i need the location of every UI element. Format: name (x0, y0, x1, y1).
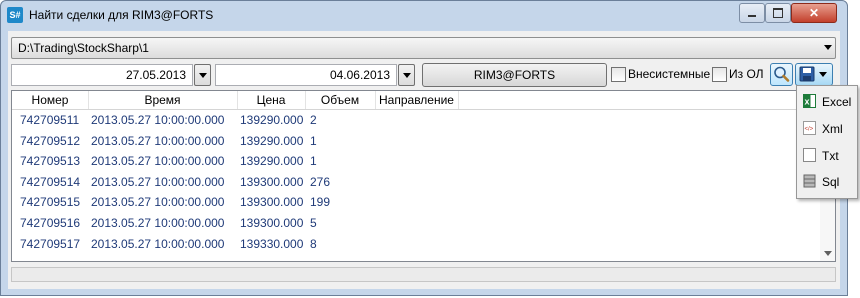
grid-header: Номер Время Цена Объем Направление (12, 91, 835, 110)
chevron-down-icon (199, 73, 207, 78)
chevron-down-icon (824, 45, 832, 50)
column-header-volume[interactable]: Объем (305, 91, 376, 109)
security-select-button[interactable]: RIM3@FORTS (422, 63, 607, 87)
cell-volume: 1 (310, 133, 317, 148)
path-combobox[interactable]: D:\Trading\StockSharp\1 (11, 37, 836, 59)
cell-price: 139300.000 (240, 195, 303, 210)
table-row[interactable]: 742709511 2013.05.27 10:00:00.000 139290… (12, 110, 820, 131)
cell-time: 2013.05.27 10:00:00.000 (91, 174, 225, 189)
cell-time: 2013.05.27 10:00:00.000 (91, 133, 225, 148)
excel-icon: x (803, 94, 816, 108)
cell-time: 2013.05.27 10:00:00.000 (91, 215, 225, 230)
maximize-button[interactable] (765, 3, 791, 23)
from-ol-checkbox[interactable] (712, 67, 727, 82)
menu-item-txt[interactable]: Txt (797, 143, 857, 169)
window-title: Найти сделки для RIM3@FORTS (29, 8, 214, 22)
close-icon: ✕ (808, 6, 820, 20)
date-from-field[interactable]: 27.05.2013 (11, 64, 193, 86)
title-bar[interactable]: S# Найти сделки для RIM3@FORTS ✕ (1, 1, 847, 31)
cell-volume: 199 (310, 195, 331, 210)
cell-price: 139290.000 (240, 154, 303, 169)
cell-number: 742709511 (20, 113, 80, 127)
cell-time: 2013.05.27 10:00:00.000 (91, 195, 225, 210)
date-to-value: 04.06.2013 (329, 68, 390, 82)
floppy-disk-icon (799, 66, 815, 82)
cell-price: 139300.000 (240, 174, 303, 189)
cell-number: 742709513 (20, 154, 81, 169)
date-to-dropdown-button[interactable] (398, 64, 415, 86)
status-bar (11, 267, 836, 282)
date-from-dropdown-button[interactable] (194, 64, 211, 86)
cell-price: 139330.000 (240, 236, 303, 251)
cell-number: 742709515 (20, 195, 81, 210)
menu-item-xml[interactable]: </> Xml (797, 116, 857, 142)
column-header-direction[interactable]: Направление (375, 91, 459, 109)
cell-volume: 8 (310, 236, 317, 251)
table-row[interactable]: 742709517 2013.05.27 10:00:00.000 139330… (12, 234, 820, 255)
txt-icon (803, 148, 816, 162)
menu-item-label: Xml (822, 122, 843, 136)
cell-price: 139290.000 (240, 133, 303, 148)
from-ol-label: Из ОЛ (729, 67, 764, 81)
cell-volume: 2 (310, 113, 317, 127)
cell-volume: 1 (310, 154, 317, 169)
cell-number: 742709514 (20, 174, 81, 189)
cell-number: 742709512 (20, 133, 81, 148)
menu-item-label: Txt (822, 149, 839, 163)
export-menu: x Excel </> Xml Txt Sql (796, 85, 858, 199)
close-button[interactable]: ✕ (791, 3, 837, 23)
path-value: D:\Trading\StockSharp\1 (18, 41, 149, 55)
table-row[interactable]: 742709514 2013.05.27 10:00:00.000 139300… (12, 172, 820, 193)
date-to-field[interactable]: 04.06.2013 (215, 64, 397, 86)
svg-text:x: x (805, 97, 810, 107)
cell-price: 139300.000 (240, 215, 303, 230)
cell-number: 742709517 (20, 236, 81, 251)
chevron-down-icon (819, 72, 827, 77)
table-row[interactable]: 742709515 2013.05.27 10:00:00.000 139300… (12, 192, 820, 213)
column-header-price[interactable]: Цена (237, 91, 306, 109)
minimize-button[interactable] (739, 3, 765, 23)
offsystem-checkbox[interactable] (611, 67, 626, 82)
column-header-time[interactable]: Время (88, 91, 238, 109)
cell-time: 2013.05.27 10:00:00.000 (91, 154, 225, 169)
cell-number: 742709516 (20, 215, 81, 230)
chevron-down-icon (403, 73, 411, 78)
column-header-number[interactable]: Номер (12, 91, 89, 109)
svg-text:</>: </> (805, 127, 814, 133)
scroll-down-arrow-icon[interactable] (824, 251, 832, 256)
cell-volume: 5 (310, 215, 317, 230)
table-row[interactable]: 742709512 2013.05.27 10:00:00.000 139290… (12, 131, 820, 152)
date-from-value: 27.05.2013 (125, 68, 186, 82)
sql-icon (803, 174, 816, 188)
main-window: S# Найти сделки для RIM3@FORTS ✕ D:\Trad… (0, 0, 848, 296)
search-button[interactable] (770, 63, 793, 86)
table-row[interactable]: 742709513 2013.05.27 10:00:00.000 139290… (12, 151, 820, 172)
trades-grid[interactable]: Номер Время Цена Объем Направление 74270… (11, 90, 836, 262)
save-dropdown-button[interactable] (795, 63, 833, 86)
menu-item-excel[interactable]: x Excel (797, 89, 857, 115)
grid-body: 742709511 2013.05.27 10:00:00.000 139290… (12, 110, 820, 254)
search-icon (774, 66, 790, 82)
cell-volume: 276 (310, 174, 331, 189)
cell-price: 139290.000 (240, 113, 303, 127)
offsystem-label: Внесистемные (628, 67, 711, 81)
menu-item-label: Excel (822, 95, 852, 109)
xml-icon: </> (803, 121, 816, 135)
menu-item-label: Sql (822, 175, 840, 189)
app-icon: S# (7, 7, 23, 23)
menu-item-sql[interactable]: Sql (797, 169, 857, 195)
cell-time: 2013.05.27 10:00:00.000 (91, 113, 225, 127)
cell-time: 2013.05.27 10:00:00.000 (91, 236, 225, 251)
client-area: D:\Trading\StockSharp\1 27.05.2013 04.06… (8, 31, 840, 289)
table-row[interactable]: 742709516 2013.05.27 10:00:00.000 139300… (12, 213, 820, 234)
